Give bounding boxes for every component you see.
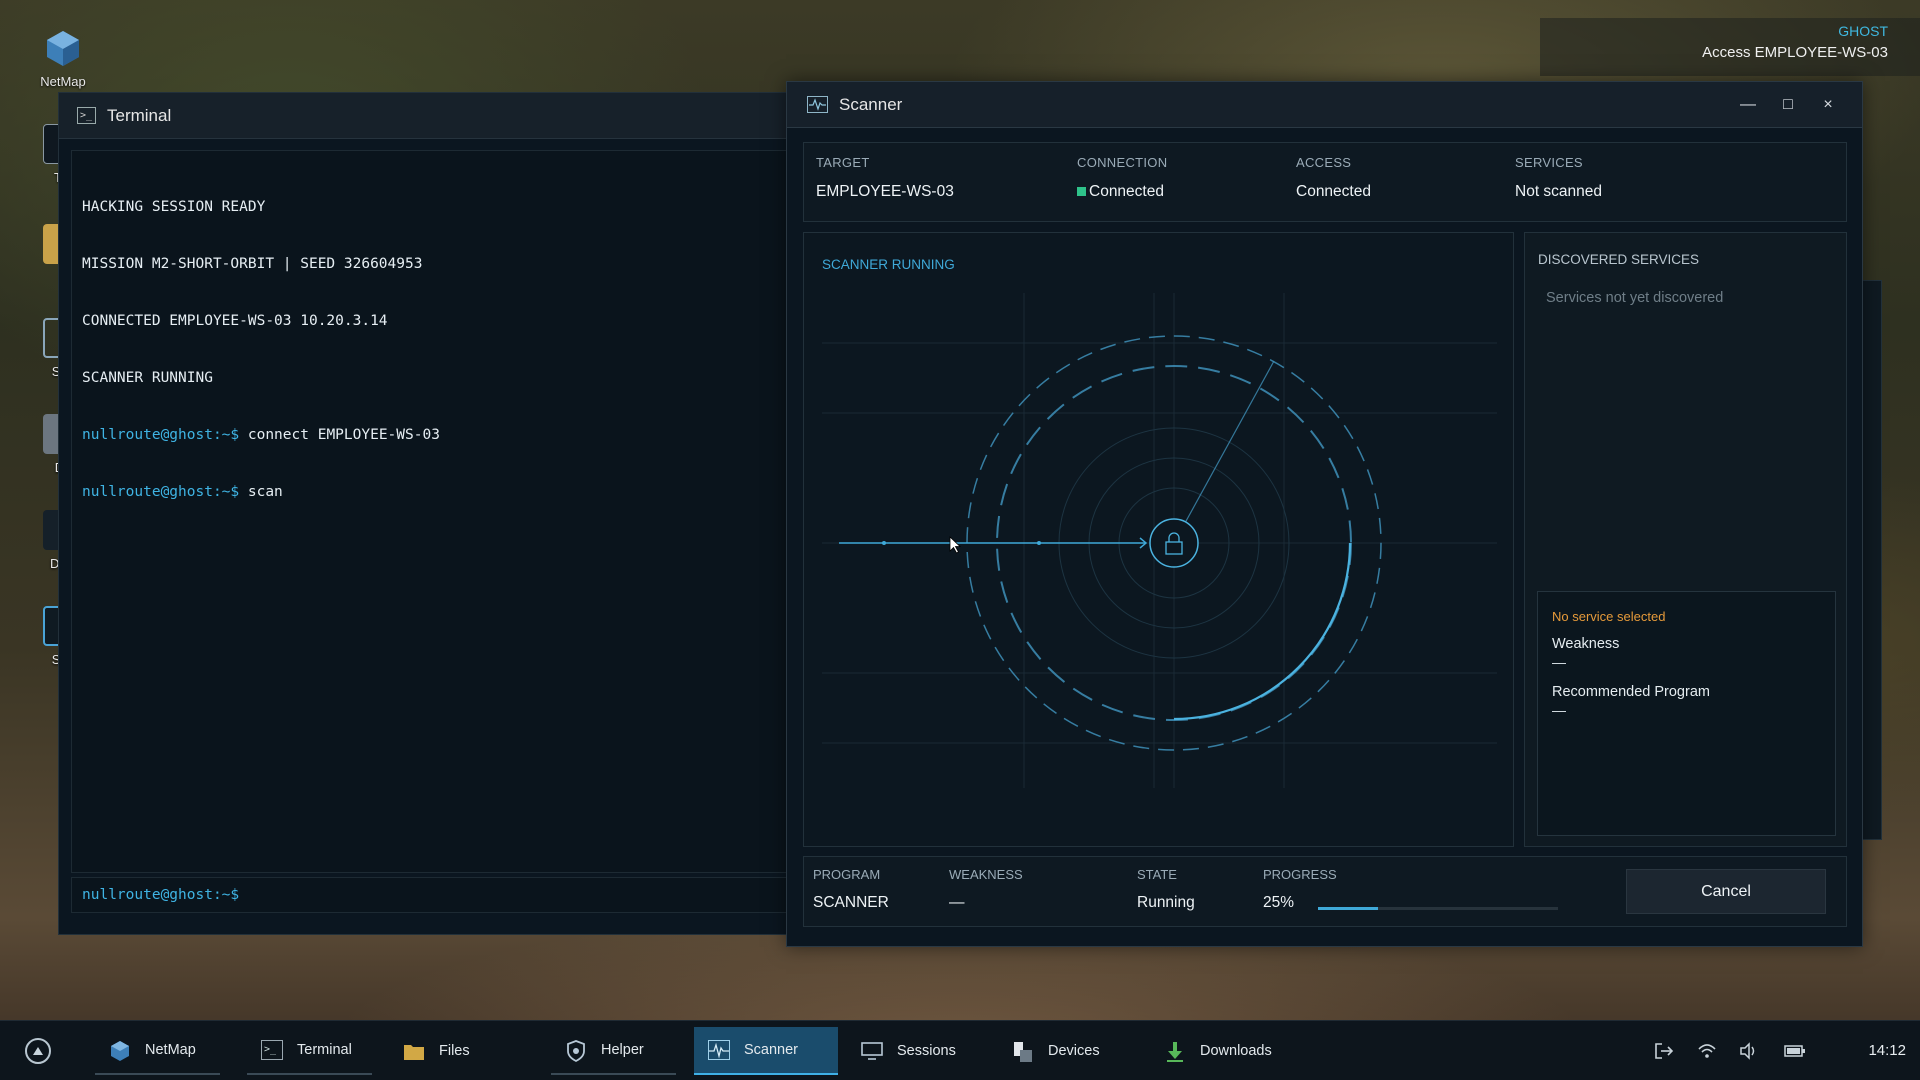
- netmap-icon: [109, 1040, 131, 1061]
- connection-label: CONNECTION: [1077, 155, 1168, 170]
- terminal-icon: >_: [261, 1040, 283, 1060]
- weakness-column: WEAKNESS —: [949, 867, 1023, 912]
- progress-bar: [1318, 907, 1558, 910]
- services-column: SERVICES Not scanned: [1515, 155, 1602, 201]
- cancel-button[interactable]: Cancel: [1626, 869, 1826, 914]
- terminal-prompt: nullroute@ghost:~$: [82, 484, 240, 500]
- state-value: Running: [1137, 894, 1195, 911]
- target-column: TARGET EMPLOYEE-WS-03: [816, 155, 954, 201]
- maximize-button[interactable]: □: [1768, 96, 1808, 114]
- discovered-services-heading: DISCOVERED SERVICES: [1538, 252, 1700, 267]
- weakness-value: —: [949, 894, 965, 911]
- desktop-icon-netmap[interactable]: NetMap: [26, 28, 100, 89]
- terminal-line: CONNECTED EMPLOYEE-WS-03 10.20.3.14: [82, 313, 388, 329]
- terminal-input[interactable]: nullroute@ghost:~$: [71, 877, 797, 913]
- weakness-placeholder-dash: [1552, 663, 1566, 664]
- program-column: PROGRAM SCANNER: [813, 867, 889, 912]
- download-icon: [1164, 1041, 1186, 1062]
- terminal-command: scan: [239, 484, 283, 500]
- taskbar-item-devices[interactable]: Devices: [998, 1027, 1128, 1075]
- terminal-window[interactable]: >_ Terminal HACKING SESSION READY MISSIO…: [58, 92, 798, 935]
- session-status: Access EMPLOYEE-WS-03: [1702, 44, 1888, 61]
- taskbar-item-files[interactable]: Files: [389, 1027, 514, 1075]
- taskbar-item-helper[interactable]: Helper: [551, 1027, 676, 1075]
- weakness-label: WEAKNESS: [949, 867, 1023, 882]
- state-label: STATE: [1137, 867, 1177, 882]
- progress-column: PROGRESS 25%: [1263, 867, 1337, 912]
- terminal-line: nullroute@ghost:~$ connect EMPLOYEE-WS-0…: [82, 426, 786, 445]
- terminal-titlebar[interactable]: >_ Terminal: [59, 93, 797, 139]
- no-service-selected: No service selected: [1552, 609, 1666, 624]
- close-button[interactable]: ×: [1808, 96, 1848, 114]
- session-info-panel: GHOST Access EMPLOYEE-WS-03: [1540, 18, 1920, 76]
- session-user: GHOST: [1838, 23, 1888, 39]
- taskbar-item-terminal[interactable]: >_ Terminal: [247, 1027, 372, 1075]
- scanner-titlebar[interactable]: Scanner — □ ×: [787, 82, 1862, 128]
- volume-icon[interactable]: [1739, 1042, 1759, 1065]
- logout-icon[interactable]: [1654, 1042, 1674, 1065]
- scanner-window[interactable]: Scanner — □ × TARGET EMPLOYEE-WS-03 CONN…: [786, 81, 1863, 947]
- terminal-line: HACKING SESSION READY: [82, 199, 266, 215]
- terminal-line: MISSION M2-SHORT-ORBIT | SEED 326604953: [82, 256, 423, 272]
- program-status-strip: PROGRAM SCANNER WEAKNESS — STATE Running…: [803, 856, 1847, 927]
- target-info-strip: TARGET EMPLOYEE-WS-03 CONNECTION Connect…: [803, 142, 1847, 222]
- progress-bar-fill: [1318, 907, 1378, 910]
- access-value: Connected: [1296, 183, 1371, 200]
- monitor-icon: [861, 1041, 883, 1061]
- terminal-command: connect EMPLOYEE-WS-03: [239, 427, 440, 443]
- battery-icon[interactable]: [1784, 1042, 1806, 1065]
- terminal-line: SCANNER RUNNING: [82, 370, 213, 386]
- minimize-button[interactable]: —: [1728, 96, 1768, 114]
- taskbar: NetMap >_ Terminal Files Helper Scanner …: [0, 1020, 1920, 1080]
- terminal-output[interactable]: HACKING SESSION READY MISSION M2-SHORT-O…: [71, 150, 797, 873]
- terminal-prompt: nullroute@ghost:~$: [82, 427, 240, 443]
- start-icon: [33, 1047, 43, 1055]
- target-value: EMPLOYEE-WS-03: [816, 183, 954, 200]
- background-window-edge: [1860, 280, 1882, 840]
- taskbar-item-sessions[interactable]: Sessions: [847, 1027, 977, 1075]
- services-value: Not scanned: [1515, 183, 1603, 200]
- connection-column: CONNECTION Connected: [1077, 155, 1167, 201]
- terminal-line: nullroute@ghost:~$ scan: [82, 483, 786, 502]
- program-label: PROGRAM: [813, 867, 881, 882]
- discovered-services-panel: DISCOVERED SERVICES Services not yet dis…: [1524, 232, 1847, 847]
- netmap-icon: [43, 28, 83, 68]
- terminal-input-prompt: nullroute@ghost:~$: [82, 887, 240, 903]
- progress-label: PROGRESS: [1263, 867, 1337, 882]
- target-label: TARGET: [816, 155, 870, 170]
- scanner-icon: [807, 96, 828, 113]
- radar-display: [822, 293, 1497, 788]
- taskbar-item-scanner[interactable]: Scanner: [694, 1027, 838, 1075]
- wifi-icon[interactable]: [1697, 1042, 1717, 1065]
- scanner-title: Scanner: [839, 94, 903, 114]
- recommended-placeholder-dash: [1552, 711, 1566, 712]
- scanner-icon: [708, 1040, 730, 1060]
- terminal-title: Terminal: [107, 105, 172, 125]
- program-value: SCANNER: [813, 894, 889, 911]
- devices-icon: [1012, 1041, 1034, 1062]
- discovered-services-empty: Services not yet discovered: [1546, 290, 1724, 306]
- state-column: STATE Running: [1137, 867, 1195, 912]
- mouse-cursor-icon: [949, 536, 962, 554]
- recommended-program-label: Recommended Program: [1552, 684, 1710, 700]
- radar-panel: SCANNER RUNNING: [803, 232, 1514, 847]
- access-column: ACCESS Connected: [1296, 155, 1371, 201]
- services-label: SERVICES: [1515, 155, 1583, 170]
- connection-status-dot: [1077, 187, 1086, 196]
- clock: 14:12: [1868, 1042, 1906, 1059]
- taskbar-item-netmap[interactable]: NetMap: [95, 1027, 220, 1075]
- connection-value: Connected: [1089, 183, 1164, 200]
- desktop-icon-label: NetMap: [40, 74, 86, 89]
- access-label: ACCESS: [1296, 155, 1352, 170]
- scanner-running-label: SCANNER RUNNING: [822, 257, 955, 272]
- terminal-icon: >_: [77, 107, 96, 124]
- folder-icon: [403, 1041, 425, 1061]
- weakness-label: Weakness: [1552, 636, 1620, 652]
- shield-icon: [565, 1040, 587, 1063]
- start-menu-button[interactable]: [25, 1038, 51, 1064]
- taskbar-item-downloads[interactable]: Downloads: [1150, 1027, 1300, 1075]
- service-detail-card: No service selected Weakness Recommended…: [1537, 591, 1836, 836]
